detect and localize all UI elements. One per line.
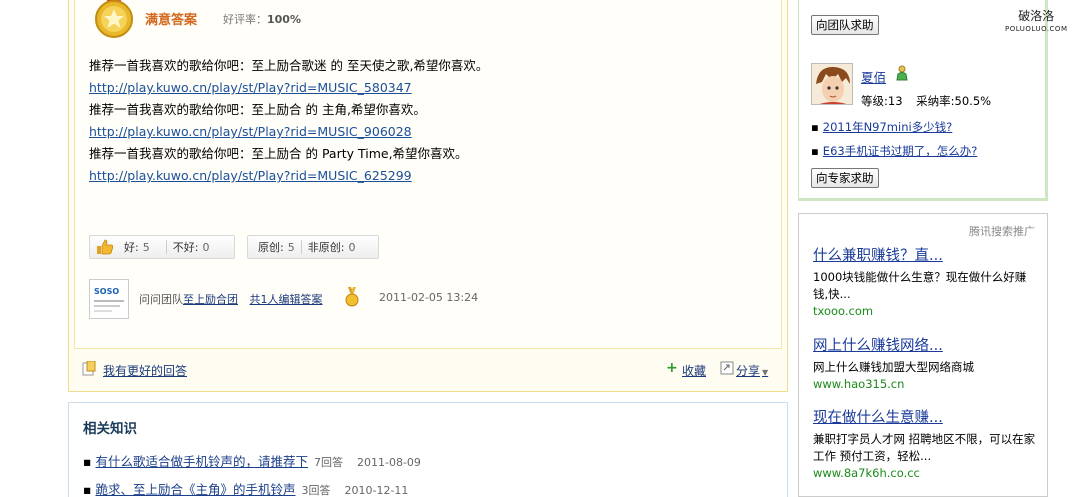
rating-value: 100% [267, 13, 301, 26]
expert-question-link[interactable]: 2011年N97mini多少钱? [823, 120, 953, 134]
best-answer-title: 满意答案 [145, 13, 198, 28]
good-count: 5 [142, 241, 150, 254]
expert-question-item: ▪ 2011年N97mini多少钱? [811, 120, 953, 134]
related-link[interactable]: 有什么歌适合做手机铃声的，请推荐下 [95, 454, 308, 469]
original-count: 5 [287, 241, 295, 254]
expert-adopt-rate: 采纳率:50.5% [916, 94, 992, 108]
related-answers: 7回答 [314, 456, 343, 469]
ad-description: 1000块钱能做什么生意？现在做什么好赚钱,快... [813, 270, 1027, 301]
rating-label: 好评率： [223, 13, 267, 26]
expert-stats: 等级:13 采纳率:50.5% [861, 93, 991, 109]
ad-title-link[interactable]: 什么兼职赚钱？直... [813, 248, 943, 264]
team-attribution: 问问团队至上励合团 共1人编辑答案 [139, 291, 323, 307]
team-help-button[interactable]: 向团队求助 [811, 15, 879, 35]
good-label: 好: [124, 241, 139, 254]
original-vote-button[interactable]: 原创: 5 [258, 239, 295, 255]
small-medal-icon [345, 287, 359, 307]
soso-team-logo[interactable]: SOSO [89, 279, 129, 319]
related-link[interactable]: 跪求、至上励合《主角》的手机铃声 [95, 482, 295, 497]
expert-name-link[interactable]: 夏佰 [861, 67, 886, 86]
rating: 好评率：100% [223, 11, 301, 27]
song-link[interactable]: http://play.kuwo.cn/play/st/Play?rid=MUS… [89, 80, 412, 95]
answer-body: 推荐一首我喜欢的歌给你吧：至上励合歌迷 的 至天使之歌,希望你喜欢。 http:… [89, 55, 759, 187]
editors-link[interactable]: 共1人编辑答案 [250, 293, 323, 306]
share-label: 分享 [736, 364, 761, 378]
ad-item: 什么兼职赚钱？直... 1000块钱能做什么生意？现在做什么好赚钱,快... t… [813, 244, 1038, 318]
better-answer-link[interactable]: 我有更好的回答 [103, 362, 187, 379]
related-knowledge-panel: 相关知识 ▪ 有什么歌适合做手机铃声的，请推荐下 7回答 2011-08-09 ▪ 跪求… [68, 402, 788, 497]
answer-line: 推荐一首我喜欢的歌给你吧：至上励合 的 主角,希望你喜欢。 [89, 102, 426, 117]
related-item: ▪ 跪求、至上励合《主角》的手机铃声 3回答 2010-12-11 [83, 482, 409, 497]
related-item: ▪ 有什么歌适合做手机铃声的，请推荐下 7回答 2011-08-09 [83, 454, 421, 469]
team-prefix: 问问团队 [139, 293, 183, 306]
related-title: 相关知识 [83, 421, 137, 437]
watermark-en: POLUOLUO.COM [1005, 25, 1068, 33]
plus-icon: + [666, 360, 678, 376]
thumbs-up-icon [97, 239, 114, 255]
best-answer-panel: 满意答案 好评率：100% 推荐一首我喜欢的歌给你吧：至上励合歌迷 的 至天使之… [68, 0, 788, 392]
bad-vote-button[interactable]: 不好: 0 [173, 239, 210, 255]
share-link[interactable]: 分享 ▼ [736, 362, 768, 379]
edit-icon [82, 361, 96, 376]
original-label: 原创: [258, 241, 284, 254]
medal-icon [95, 0, 133, 38]
ad-description: 兼职打字员人才网 招聘地区不限，可以在家工作 预付工资，轻松... [813, 432, 1036, 463]
answer-content-area: 满意答案 好评率：100% 推荐一首我喜欢的歌给你吧：至上励合歌迷 的 至天使之… [74, 0, 782, 349]
bad-label: 不好: [172, 241, 199, 254]
nonoriginal-count: 0 [348, 241, 356, 254]
ad-title-link[interactable]: 现在做什么生意赚... [813, 410, 943, 426]
original-vote-group: 原创: 5 非原创: 0 [247, 235, 379, 259]
expert-badge-icon [896, 65, 908, 81]
sponsored-ads-panel: 腾讯搜索推广 什么兼职赚钱？直... 1000块钱能做什么生意？现在做什么好赚钱… [798, 213, 1048, 497]
good-bad-vote-group: 好: 5 不好: 0 [89, 235, 235, 259]
related-date: 2010-12-11 [344, 484, 409, 497]
answer-line: 推荐一首我喜欢的歌给你吧：至上励合 的 Party Time,希望你喜欢。 [89, 146, 468, 161]
share-icon [720, 361, 734, 375]
bad-count: 0 [202, 241, 210, 254]
ad-title-link[interactable]: 网上什么赚钱网络... [813, 338, 943, 354]
ad-url[interactable]: www.hao315.cn [813, 377, 1038, 391]
chevron-down-icon: ▼ [762, 368, 769, 377]
ad-url[interactable]: txooo.com [813, 304, 1038, 318]
answer-line: 推荐一首我喜欢的歌给你吧：至上励合歌迷 的 至天使之歌,希望你喜欢。 [89, 58, 489, 73]
expert-level: 等级:13 [861, 94, 903, 108]
team-name-link[interactable]: 至上励合团 [183, 293, 238, 306]
good-vote-button[interactable]: 好: 5 [124, 239, 150, 255]
ad-url[interactable]: www.8a7k6h.co.cc [813, 466, 1038, 480]
song-link[interactable]: http://play.kuwo.cn/play/st/Play?rid=MUS… [89, 124, 412, 139]
ad-item: 网上什么赚钱网络... 网上什么赚钱加盟大型网络商城 www.hao315.cn [813, 334, 1038, 391]
answer-date: 2011-02-05 13:24 [379, 291, 479, 304]
related-answers: 3回答 [301, 484, 331, 497]
logo-text: SOSO [94, 287, 119, 296]
watermark-cn: 破洛洛 [1018, 9, 1055, 23]
favorite-link[interactable]: 收藏 [682, 362, 706, 379]
expert-avatar[interactable] [811, 63, 853, 105]
nonoriginal-vote-button[interactable]: 非原创: 0 [308, 239, 356, 255]
song-link[interactable]: http://play.kuwo.cn/play/st/Play?rid=MUS… [89, 168, 412, 183]
ad-item: 现在做什么生意赚... 兼职打字员人才网 招聘地区不限，可以在家工作 预付工资，… [813, 406, 1038, 480]
related-date: 2011-08-09 [357, 456, 421, 469]
page: 满意答案 好评率：100% 推荐一首我喜欢的歌给你吧：至上励合歌迷 的 至天使之… [0, 0, 1081, 497]
nonoriginal-label: 非原创: [307, 241, 345, 254]
ad-description: 网上什么赚钱加盟大型网络商城 [813, 360, 974, 374]
expert-help-button[interactable]: 向专家求助 [811, 168, 879, 188]
expert-question-item: ▪ E63手机证书过期了，怎么办? [811, 144, 978, 158]
answer-actions-bar: 我有更好的回答 + 收藏 分享 ▼ [74, 353, 782, 385]
site-watermark: 破洛洛 POLUOLUO.COM [1005, 10, 1067, 36]
expert-question-link[interactable]: E63手机证书过期了，怎么办? [823, 144, 978, 158]
ads-header: 腾讯搜索推广 [969, 225, 1035, 238]
